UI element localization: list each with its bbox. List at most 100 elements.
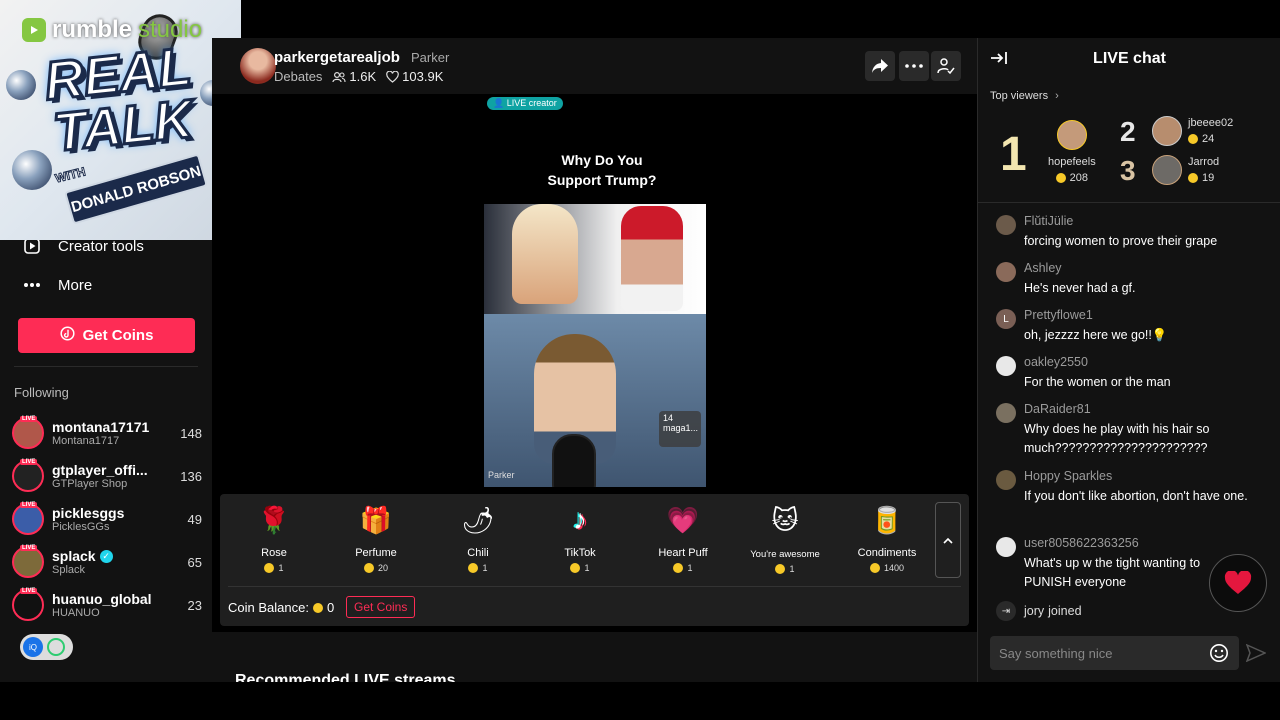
top-viewer-2[interactable]: jbeeee02 24	[1152, 116, 1233, 146]
avatar: LIVE	[12, 502, 44, 535]
live-video-player[interactable]: 👤 LIVE creator Why Do You Support Trump?…	[212, 94, 977, 494]
gift-name: Rose	[261, 547, 287, 559]
get-coins-label: Get Coins	[82, 327, 154, 344]
viewer-count-value: 1.6K	[349, 69, 377, 84]
bottom-bar	[0, 682, 1280, 720]
following-item-splack[interactable]: LIVE splack ✓ Splack 65	[12, 544, 202, 580]
avatar	[996, 470, 1016, 490]
video-title-line-1: Why Do You	[561, 152, 643, 168]
gift-price-value: 1	[584, 563, 590, 573]
coin-icon	[1055, 173, 1066, 183]
coin-icon	[312, 602, 323, 613]
report-button[interactable]	[931, 51, 961, 81]
following-item-picklesggs[interactable]: LIVE picklesggs PicklesGGs 49	[12, 501, 202, 537]
emoji-button[interactable]	[1209, 643, 1229, 663]
with-label: WITH	[53, 164, 87, 186]
like-count-value: 103.9K	[402, 69, 444, 84]
send-like-button[interactable]	[1209, 554, 1267, 612]
overlay-figure-left	[512, 204, 578, 304]
gift-tiktok[interactable]: ♪ TikTok 1	[535, 502, 625, 582]
get-coins-button[interactable]: Get Coins	[18, 318, 195, 353]
avatar	[996, 403, 1016, 423]
stream-category[interactable]: Debates	[274, 69, 322, 84]
avatar	[1152, 155, 1182, 185]
gift-price-value: 20	[377, 563, 388, 573]
rose-icon: 🌹	[257, 504, 291, 535]
following-viewer-count: 23	[187, 597, 202, 613]
wallet-get-coins-button[interactable]: Get Coins	[346, 596, 416, 618]
top-viewer-1[interactable]: hopefeels 208	[1048, 120, 1096, 184]
condiments-icon: 🥫	[870, 504, 904, 535]
chat-username[interactable]: Ashley	[1024, 261, 1135, 275]
gift-name: Chili	[467, 547, 489, 559]
gift-heart-puff[interactable]: 💗 Heart Puff 1	[638, 502, 728, 582]
chat-username[interactable]: oakley2550	[1024, 355, 1171, 369]
chat-text: For the women or the man	[1024, 375, 1171, 389]
live-creator-badge: 👤 LIVE creator	[487, 97, 563, 110]
gift-price: 1	[468, 563, 488, 573]
chat-message[interactable]: Ashley He's never had a gf.	[996, 261, 1266, 298]
joined-username[interactable]: jory	[1024, 604, 1044, 618]
chat-username[interactable]: user8058622363256	[1024, 536, 1216, 550]
gift-rose[interactable]: 🌹 Rose 1	[229, 502, 319, 582]
following-item-gtplayer[interactable]: LIVE gtplayer_offi... GTPlayer Shop 136	[12, 458, 202, 494]
streamer-nickname: Parker	[411, 50, 450, 65]
send-message-button[interactable]	[1245, 643, 1267, 664]
cat-icon: 🐱	[771, 504, 799, 535]
chat-message[interactable]: user8058622363256 What's up w the tight w…	[996, 536, 1216, 592]
top-viewer-3[interactable]: Jarrod 19	[1152, 155, 1219, 185]
gift-panel: 🌹 Rose 1 🎁 Perfume 20 🌶 Chili 1 ♪ TikTok…	[220, 494, 969, 626]
coin-balance-label: Coin Balance:	[228, 600, 309, 615]
following-item-montana17171[interactable]: LIVE montana17171 Montana1717 148	[12, 415, 202, 451]
following-nickname: PicklesGGs	[52, 521, 110, 533]
streamer-username[interactable]: parkergetarealjob	[274, 49, 400, 66]
gift-price: 1	[673, 563, 693, 573]
chat-message[interactable]: FlŭtiJülie forcing women to prove their g…	[996, 214, 1266, 251]
gift-name: Perfume	[355, 547, 397, 559]
power-icon	[47, 638, 65, 656]
more-horizontal-icon	[905, 64, 923, 68]
avatar: LIVE	[12, 588, 44, 621]
top-viewer-points-value: 19	[1202, 172, 1215, 184]
following-viewer-count: 65	[187, 554, 202, 570]
streamer-avatar[interactable]	[240, 48, 276, 84]
heart-icon	[1224, 571, 1252, 594]
heart-outline-icon	[386, 70, 399, 83]
chat-username[interactable]: DaRaider81	[1024, 402, 1211, 416]
collapse-arrow-icon	[991, 52, 1007, 64]
chat-username[interactable]: FlŭtiJülie	[1024, 214, 1217, 228]
chat-message[interactable]: L Prettyflowe1 oh, jezzzz here we go!!💡	[996, 308, 1266, 345]
chat-username[interactable]: Prettyflowe1	[1024, 308, 1167, 322]
rumble-wordmark: rumble	[52, 16, 133, 43]
gift-chili[interactable]: 🌶 Chili 1	[433, 502, 523, 582]
share-icon	[872, 59, 888, 73]
following-item-huanuo[interactable]: LIVE huanuo_global HUANUO 23	[12, 587, 202, 623]
chat-input[interactable]	[990, 636, 1190, 670]
chat-username[interactable]: Hoppy Sparkles	[1024, 469, 1248, 483]
gift-youre-awesome[interactable]: 🐱 You're awesome 1	[740, 502, 830, 582]
chat-join-notice: ⇥ jory joined	[996, 601, 1082, 621]
top-viewer-points: 19	[1188, 172, 1219, 184]
nav-more[interactable]: More	[22, 275, 92, 295]
expand-gifts-button[interactable]	[935, 502, 961, 578]
share-button[interactable]	[865, 51, 895, 81]
chat-message[interactable]: oakley2550 For the women or the man	[996, 355, 1266, 392]
chat-message[interactable]: DaRaider81 Why does he play with his hair…	[996, 402, 1211, 458]
chevron-up-icon	[943, 537, 953, 544]
chat-input-box	[990, 636, 1239, 670]
coin-icon	[1188, 173, 1198, 183]
tiktok-coin-icon	[60, 326, 75, 345]
gift-perfume[interactable]: 🎁 Perfume 20	[331, 502, 421, 582]
collapse-chat-button[interactable]	[990, 50, 1010, 70]
top-viewers-link[interactable]: Top viewers ›	[990, 90, 1059, 102]
chat-text: forcing women to prove their grape	[1024, 234, 1218, 248]
gift-condiments[interactable]: 🥫 Condiments 1400	[842, 502, 932, 582]
chat-text: What's up w the tight wanting to PUNISH …	[1024, 556, 1201, 589]
extension-toggle[interactable]: iQ	[20, 634, 73, 660]
podcast-microphone	[552, 434, 596, 487]
guest-viewer-badge[interactable]: 14 maga1...	[659, 411, 701, 447]
video-title-line-2: Support Trump?	[547, 172, 657, 188]
more-options-button[interactable]	[899, 51, 929, 81]
chat-message[interactable]: Hoppy Sparkles If you don't like abortion…	[996, 469, 1251, 506]
guest-badge-count: 14	[663, 413, 674, 423]
